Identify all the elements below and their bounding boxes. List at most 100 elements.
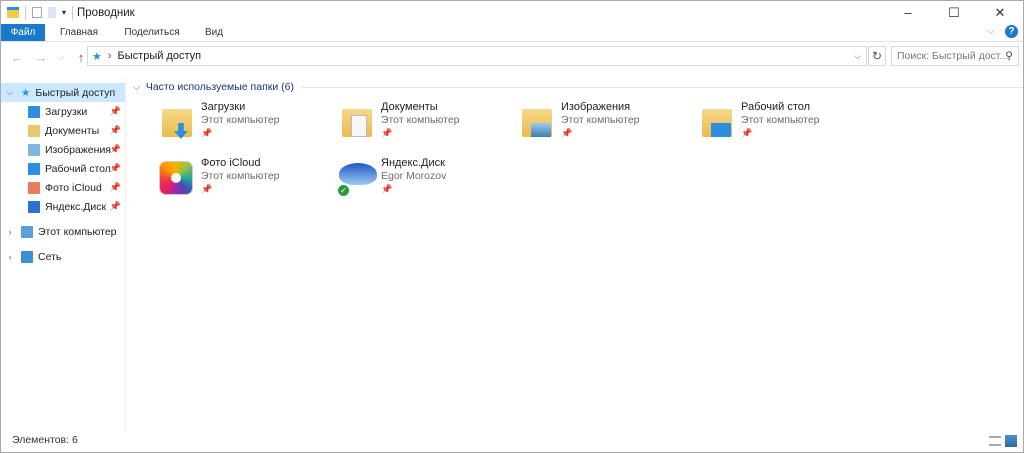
sidebar-item-label: Изображения	[45, 143, 111, 156]
sidebar-item-pinned[interactable]: Рабочий стол 📌	[1, 159, 125, 178]
back-button[interactable]: ←	[7, 50, 27, 65]
refresh-button[interactable]: ↻	[868, 46, 886, 66]
sidebar-item-pinned[interactable]: Документы 📌	[1, 121, 125, 140]
sidebar-item-pinned[interactable]: Изображения 📌	[1, 140, 125, 159]
pin-icon[interactable]: 📌	[110, 125, 121, 136]
pin-icon[interactable]: 📌	[110, 144, 121, 155]
chevron-down-icon[interactable]: ⌵	[3, 87, 17, 98]
sidebar-item-label: Документы	[45, 124, 100, 137]
status-bar: Элементов: 6	[1, 428, 1023, 452]
breadcrumb-separator: ›	[107, 50, 112, 62]
title-bar: ▾ Проводник – ☐ ✕	[1, 1, 1023, 24]
address-dropdown-icon[interactable]: ⌵	[854, 51, 861, 62]
pin-icon: 📌	[561, 128, 573, 138]
folder-icon	[28, 200, 40, 213]
breadcrumb[interactable]: Быстрый доступ	[118, 50, 202, 62]
sidebar-item-pinned[interactable]: Яндекс.Диск 📌	[1, 197, 125, 216]
address-bar[interactable]: ★ › Быстрый доступ ⌵	[87, 46, 867, 66]
pin-icon: 📌	[741, 128, 753, 138]
tile-name: Яндекс.Диск	[381, 157, 445, 169]
sidebar-item-label: Этот компьютер	[38, 225, 117, 238]
divider	[25, 5, 26, 20]
large-icons-view-icon[interactable]	[1005, 435, 1017, 447]
ribbon-tabs: Файл Главная Поделиться Вид ⌵ ?	[1, 24, 1023, 42]
pin-icon[interactable]: 📌	[110, 182, 121, 193]
pin-icon: 📌	[201, 184, 213, 194]
sidebar-item-quick-access[interactable]: ⌵ ★ Быстрый доступ	[1, 83, 125, 102]
search-icon: ⚲	[1005, 50, 1013, 62]
sidebar-item-network[interactable]: › Сеть	[1, 247, 125, 266]
folder-icon	[28, 105, 40, 118]
maximize-button[interactable]: ☐	[931, 1, 977, 24]
help-icon[interactable]: ?	[1005, 25, 1018, 38]
documents-icon	[337, 103, 377, 141]
downloads-icon	[157, 103, 197, 141]
pin-icon[interactable]: 📌	[110, 201, 121, 212]
properties-icon[interactable]	[32, 7, 42, 18]
recent-locations-button[interactable]: ⌵	[55, 52, 67, 63]
expand-ribbon-icon[interactable]: ⌵	[987, 25, 995, 38]
desktop-icon	[697, 103, 737, 141]
sidebar-item-pinned[interactable]: Фото iCloud 📌	[1, 178, 125, 197]
yandex-disk-icon: ✓	[337, 159, 377, 197]
tile-yandex-disk[interactable]: ✓ Яндекс.Диск Egor Morozov 📌	[337, 157, 517, 205]
pin-icon: 📌	[201, 128, 213, 138]
pin-icon[interactable]: 📌	[110, 163, 121, 174]
forward-button[interactable]: →	[31, 50, 51, 65]
sidebar-item-label: Быстрый доступ	[35, 86, 116, 99]
tab-file[interactable]: Файл	[1, 24, 45, 41]
tile-location: Этот компьютер	[201, 114, 280, 126]
star-icon: ★	[92, 50, 102, 63]
new-folder-icon[interactable]	[48, 7, 56, 18]
star-icon: ★	[21, 86, 31, 99]
explorer-icon	[7, 7, 19, 18]
tile-icloud-photos[interactable]: Фото iCloud Этот компьютер 📌	[157, 157, 337, 205]
tile-name: Рабочий стол	[741, 101, 811, 113]
sidebar-item-label: Сеть	[38, 250, 62, 263]
group-title: Часто используемые папки (6)	[145, 81, 294, 93]
pin-icon: 📌	[381, 184, 393, 194]
sidebar-item-label: Фото iCloud	[45, 181, 102, 194]
group-header[interactable]: ⌵ Часто используемые папки (6)	[133, 81, 1023, 93]
sidebar-item-pinned[interactable]: Загрузки 📌	[1, 102, 125, 121]
chevron-right-icon[interactable]: ›	[3, 227, 17, 237]
divider	[72, 5, 74, 20]
sidebar-item-label: Загрузки	[45, 105, 88, 118]
search-input[interactable]: Поиск: Быстрый дост... ⚲	[891, 46, 1019, 66]
tile-documents[interactable]: Документы Этот компьютер 📌	[337, 101, 517, 149]
tile-downloads[interactable]: Загрузки Этот компьютер 📌	[157, 101, 337, 149]
navigation-pane: ⌵ ★ Быстрый доступ Загрузки 📌 Документы 📌 Из…	[1, 77, 126, 429]
chevron-right-icon[interactable]: ›	[3, 252, 17, 262]
computer-icon	[21, 225, 33, 238]
tile-name: Фото iCloud	[201, 157, 261, 169]
sidebar-item-label: Яндекс.Диск	[45, 200, 107, 213]
sidebar-item-this-pc[interactable]: › Этот компьютер	[1, 222, 125, 241]
tile-desktop[interactable]: Рабочий стол Этот компьютер 📌	[697, 101, 877, 149]
icloud-photos-icon	[157, 159, 197, 197]
tab-share[interactable]: Поделиться	[113, 24, 191, 41]
tab-view[interactable]: Вид	[191, 24, 237, 41]
pictures-icon	[517, 103, 557, 141]
tile-pictures[interactable]: Изображения Этот компьютер 📌	[517, 101, 697, 149]
tile-name: Документы	[381, 101, 438, 113]
tile-location: Этот компьютер	[741, 114, 820, 126]
tab-home[interactable]: Главная	[45, 24, 113, 41]
pin-icon[interactable]: 📌	[110, 106, 121, 117]
folder-icon	[28, 162, 40, 175]
close-button[interactable]: ✕	[977, 1, 1023, 24]
divider	[301, 86, 1023, 88]
details-view-icon[interactable]	[989, 436, 1001, 446]
sidebar-item-label: Рабочий стол	[45, 162, 111, 175]
customize-toolbar-icon[interactable]: ▾	[62, 8, 66, 17]
tile-location: Этот компьютер	[561, 114, 640, 126]
folder-icon	[28, 143, 40, 156]
tile-name: Загрузки	[201, 101, 246, 113]
chevron-down-icon[interactable]: ⌵	[133, 82, 140, 93]
window-title: Проводник	[77, 6, 135, 19]
minimize-button[interactable]: –	[885, 1, 931, 24]
folder-icon	[28, 181, 40, 194]
item-count: Элементов: 6	[12, 434, 78, 446]
network-icon	[21, 250, 33, 263]
tile-location: Этот компьютер	[381, 114, 460, 126]
tile-name: Изображения	[561, 101, 631, 113]
